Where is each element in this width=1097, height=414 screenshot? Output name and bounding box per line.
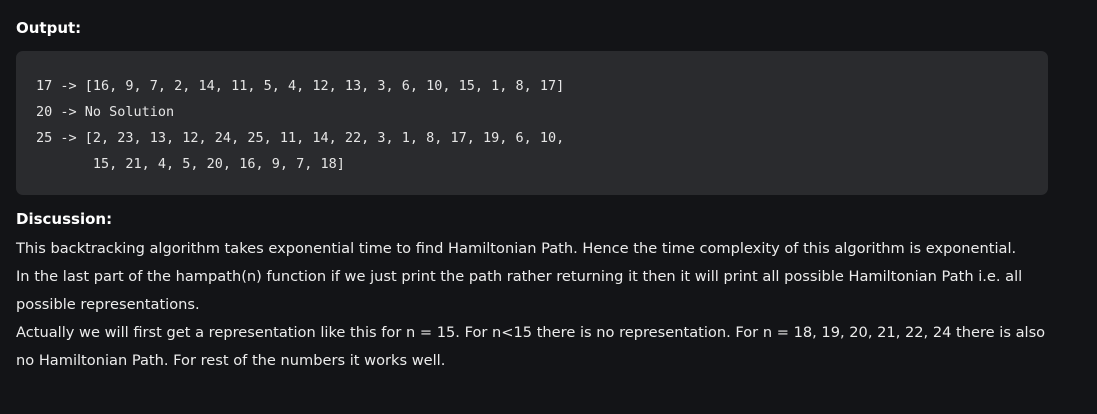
discussion-paragraph: Actually we will first get a representat… <box>16 324 1046 369</box>
output-heading: Output: <box>16 19 82 37</box>
code-line: 25 -> [2, 23, 13, 12, 24, 25, 11, 14, 22… <box>36 130 565 146</box>
code-line: 20 -> No Solution <box>36 104 175 120</box>
code-line: 17 -> [16, 9, 7, 2, 14, 11, 5, 4, 12, 13… <box>36 78 565 94</box>
discussion-paragraph: In the last part of the hampath(n) funct… <box>16 268 1023 313</box>
code-line: 15, 21, 4, 5, 20, 16, 9, 7, 18] <box>36 156 345 172</box>
discussion-body: This backtracking algorithm takes expone… <box>16 235 1056 375</box>
discussion-heading: Discussion: <box>16 210 113 228</box>
discussion-paragraph: This backtracking algorithm takes expone… <box>16 240 1017 257</box>
output-code-block: 17 -> [16, 9, 7, 2, 14, 11, 5, 4, 12, 13… <box>16 51 1048 195</box>
